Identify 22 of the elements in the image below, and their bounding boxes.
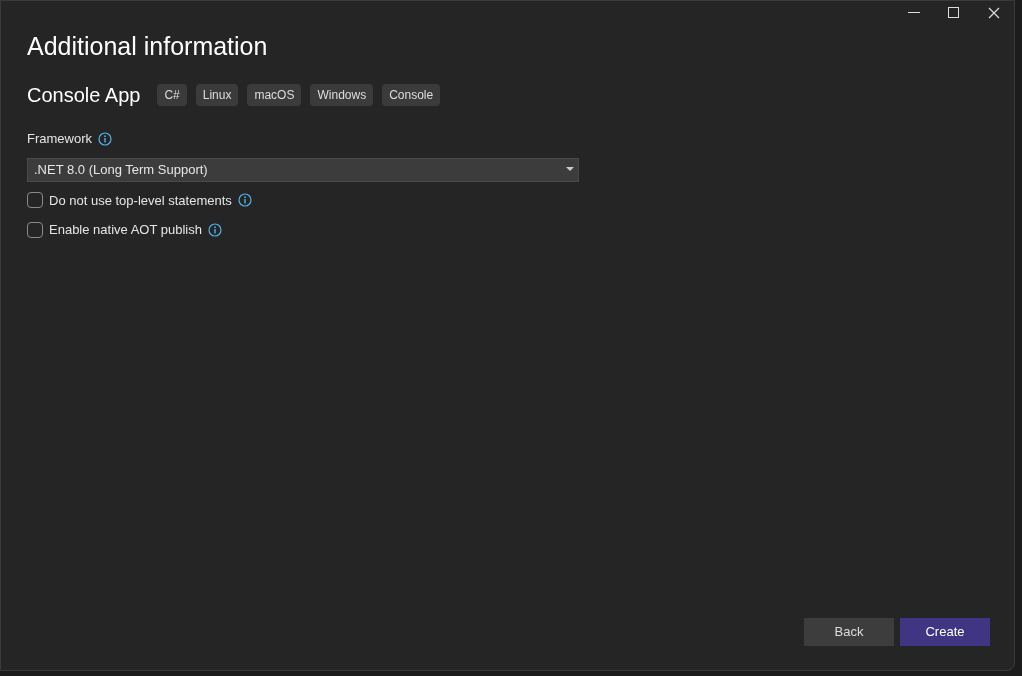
checkbox-label: Do not use top-level statements: [49, 191, 232, 210]
tag: Windows: [310, 84, 374, 106]
create-button[interactable]: Create: [900, 618, 990, 646]
back-button[interactable]: Back: [804, 618, 894, 646]
tag: Linux: [195, 84, 239, 106]
close-icon[interactable]: [988, 7, 1000, 19]
info-icon[interactable]: [237, 193, 252, 208]
info-icon[interactable]: [208, 222, 222, 237]
tag: macOS: [247, 84, 302, 106]
window-title: Additional information: [27, 31, 269, 62]
info-icon[interactable]: [98, 131, 112, 146]
checkbox[interactable]: [27, 192, 43, 209]
template-name: Console App: [27, 83, 141, 108]
checkbox-label: Enable native AOT publish: [49, 221, 202, 239]
framework-label: Framework: [27, 130, 92, 148]
framework-dropdown[interactable]: .NET 8.0 (Long Term Support): [27, 157, 579, 182]
maximize-icon[interactable]: [948, 7, 960, 19]
tag: C#: [157, 84, 187, 106]
tag: Console: [382, 84, 441, 106]
minimize-icon[interactable]: [908, 12, 920, 14]
checkbox[interactable]: [27, 221, 43, 238]
dropdown-caret-icon: [566, 167, 574, 172]
